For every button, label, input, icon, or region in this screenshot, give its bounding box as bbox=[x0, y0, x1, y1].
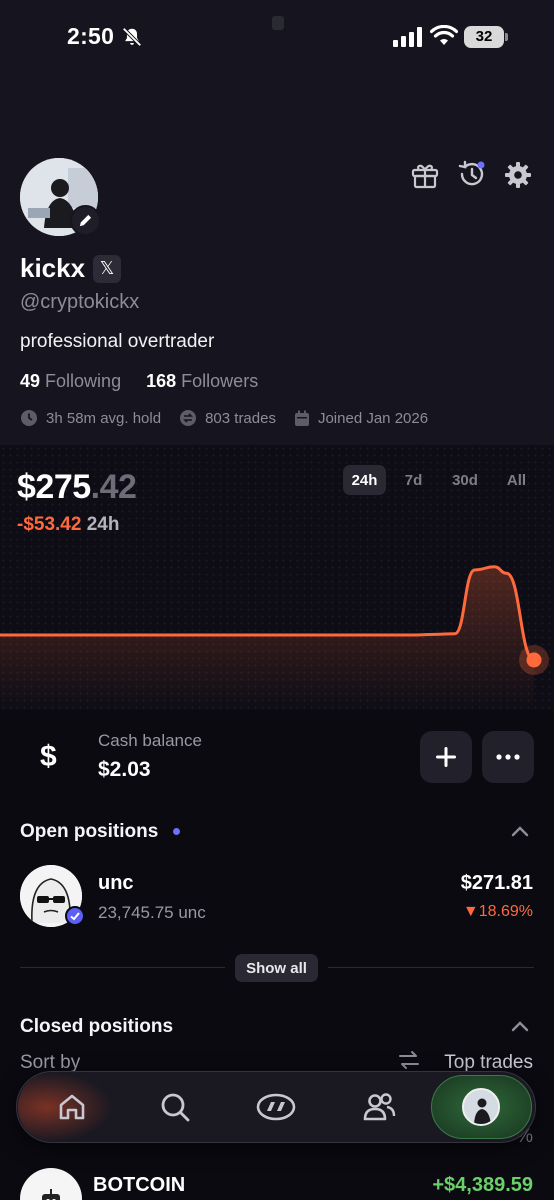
profile-handle: @cryptokickx bbox=[20, 291, 140, 313]
plus-icon bbox=[436, 747, 456, 767]
following-link[interactable]: 49 Following bbox=[20, 371, 121, 391]
time-range-tabs: 24h 7d 30d All bbox=[343, 465, 544, 495]
range-tab-30d[interactable]: 30d bbox=[441, 465, 489, 495]
gift-icon[interactable] bbox=[410, 160, 440, 190]
bell-slash-icon bbox=[122, 27, 142, 47]
add-cash-button[interactable] bbox=[420, 731, 472, 783]
chart-area-fill bbox=[0, 566, 534, 710]
wifi-icon bbox=[430, 25, 458, 45]
tab-home[interactable] bbox=[52, 1087, 92, 1127]
more-options-button[interactable] bbox=[482, 731, 534, 783]
followers-count: 168 bbox=[146, 371, 177, 391]
followers-label: Followers bbox=[181, 371, 259, 391]
trades-text: 803 trades bbox=[205, 409, 276, 427]
status-bar: 2:50 32 bbox=[0, 0, 554, 80]
search-icon bbox=[161, 1093, 190, 1122]
check-icon bbox=[70, 912, 80, 921]
verified-badge-icon bbox=[65, 906, 85, 926]
range-tab-7d[interactable]: 7d bbox=[386, 465, 441, 495]
avatar-photo-small bbox=[464, 1090, 498, 1124]
open-positions-indicator-dot bbox=[173, 828, 180, 835]
position-value: $271.81 bbox=[460, 872, 533, 894]
joined-stat: Joined Jan 2026 bbox=[294, 410, 428, 427]
avg-hold-stat: 3h 58m avg. hold bbox=[20, 409, 161, 427]
range-tab-24h[interactable]: 24h bbox=[343, 465, 386, 495]
following-count: 49 bbox=[20, 371, 41, 391]
chevron-up-icon[interactable] bbox=[511, 1020, 529, 1032]
history-icon[interactable] bbox=[456, 158, 488, 190]
profile-meta-row: 3h 58m avg. hold 803 trades Joined Jan 2… bbox=[20, 409, 446, 427]
position-name: unc bbox=[98, 872, 134, 894]
position-change: ▼18.69% bbox=[462, 903, 533, 920]
trending-icon bbox=[256, 1093, 296, 1121]
tab-profile-avatar[interactable] bbox=[462, 1088, 500, 1126]
profile-bio: professional overtrader bbox=[20, 331, 215, 352]
status-time: 2:50 bbox=[67, 23, 115, 49]
battery-cap bbox=[505, 33, 508, 41]
camera-dot bbox=[272, 16, 284, 30]
portfolio-value: $275.42 bbox=[17, 468, 137, 507]
tab-people[interactable] bbox=[359, 1087, 399, 1127]
clock-icon bbox=[21, 410, 37, 426]
follow-stats: 49 Following 168 Followers bbox=[20, 371, 258, 392]
edit-avatar-button[interactable] bbox=[70, 205, 101, 236]
portfolio-change-amount: -$53.42 bbox=[17, 514, 82, 535]
portfolio-line-chart[interactable] bbox=[0, 540, 554, 710]
chart-current-point bbox=[526, 652, 542, 668]
pencil-icon bbox=[79, 214, 92, 227]
trades-stat: 803 trades bbox=[179, 409, 276, 427]
profile-username: kickx bbox=[20, 253, 86, 283]
tab-trending[interactable] bbox=[256, 1087, 296, 1127]
joined-text: Joined Jan 2026 bbox=[317, 409, 429, 427]
portfolio-change-period: 24h bbox=[86, 514, 120, 535]
portfolio-change: -$53.42 24h bbox=[17, 514, 119, 536]
divider-right bbox=[328, 967, 534, 968]
tab-search[interactable] bbox=[155, 1087, 195, 1127]
settings-gear-icon[interactable] bbox=[503, 160, 533, 190]
swap-icon bbox=[180, 410, 197, 426]
portfolio-value-whole: $275 bbox=[17, 468, 91, 506]
x-link-icon[interactable]: 𝕏 bbox=[93, 255, 121, 283]
divider-left bbox=[20, 967, 225, 968]
open-positions-title: Open positions bbox=[20, 821, 159, 842]
more-dots-icon bbox=[496, 754, 520, 760]
portfolio-value-cents: .42 bbox=[90, 468, 137, 506]
calendar-icon bbox=[294, 410, 309, 426]
people-icon bbox=[363, 1093, 396, 1121]
robot-icon bbox=[42, 1189, 60, 1200]
followers-link[interactable]: 168 Followers bbox=[146, 371, 258, 391]
avg-hold-text: 3h 58m avg. hold bbox=[46, 409, 162, 427]
position-quantity: 23,745.75 unc bbox=[98, 903, 206, 922]
closed-positions-title: Closed positions bbox=[20, 1016, 174, 1037]
closed-position-pnl: +$4,389.59 bbox=[432, 1174, 533, 1196]
cash-balance-value: $2.03 bbox=[98, 758, 151, 781]
chevron-up-icon[interactable] bbox=[511, 825, 529, 837]
sort-arrows-icon[interactable] bbox=[398, 1050, 420, 1070]
cash-balance-label: Cash balance bbox=[98, 731, 202, 750]
battery-indicator: 32 bbox=[464, 26, 504, 48]
closed-position-name: BOTCOIN bbox=[93, 1174, 186, 1196]
following-label: Following bbox=[45, 371, 122, 391]
cellular-signal-icon bbox=[393, 27, 422, 47]
home-icon bbox=[59, 1094, 85, 1120]
dollar-sign-icon: $ bbox=[40, 740, 57, 773]
show-all-button[interactable]: Show all bbox=[235, 954, 318, 982]
range-tab-all[interactable]: All bbox=[489, 465, 544, 495]
